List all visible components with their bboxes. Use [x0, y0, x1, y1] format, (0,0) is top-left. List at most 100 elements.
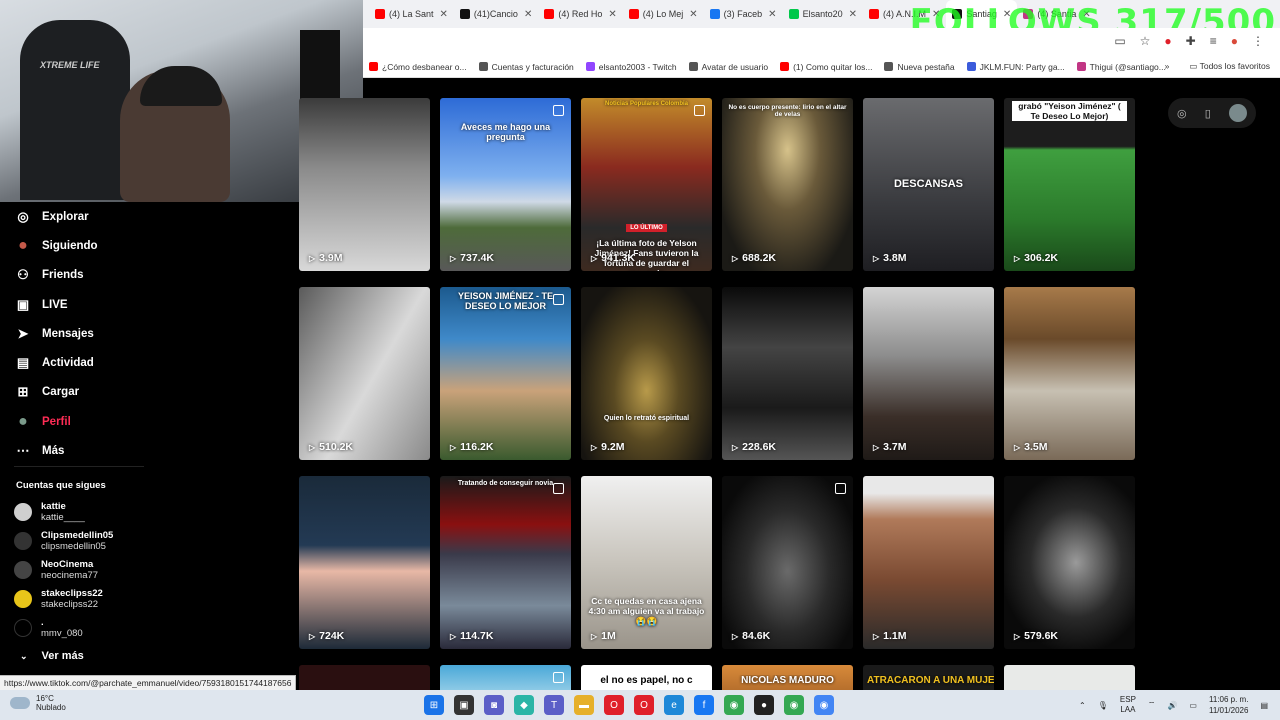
- microphone-icon[interactable]: 🎙: [1098, 701, 1108, 710]
- play-icon: ▷: [1014, 631, 1021, 641]
- chat-icon[interactable]: ◙: [484, 695, 504, 715]
- video-thumbnail[interactable]: ▷ 1.1M: [863, 476, 994, 649]
- sidebar-item-more[interactable]: ⋯ Más: [14, 436, 98, 465]
- video-thumbnail[interactable]: No es cuerpo presente: lirio en el altar…: [722, 98, 853, 271]
- following-account[interactable]: NeoCinema neocinema77: [14, 556, 98, 584]
- all-favorites-link[interactable]: ▭ Todos los favoritos: [1189, 61, 1270, 72]
- multi-image-icon: [694, 105, 705, 116]
- wifi-icon[interactable]: ⌔: [1148, 700, 1156, 710]
- edge-icon[interactable]: e: [664, 695, 684, 715]
- tab-close-icon[interactable]: ✕: [608, 9, 616, 20]
- video-thumbnail[interactable]: ▷ 579.6K: [1004, 476, 1135, 649]
- sidebar-item-profile[interactable]: ● Perfil: [14, 407, 98, 436]
- following-account[interactable]: . mmv_080: [14, 614, 83, 642]
- sidebar-item-compass[interactable]: ◎ Explorar: [14, 202, 98, 231]
- following-account[interactable]: Clipsmedellin05 clipsmedellin05: [14, 527, 113, 555]
- tab-close-icon[interactable]: ✕: [524, 9, 532, 20]
- language-indicator[interactable]: ESP LAA: [1120, 695, 1136, 715]
- menu-icon[interactable]: ⋮: [1252, 34, 1264, 48]
- chrome-profile-icon[interactable]: ◉: [784, 695, 804, 715]
- copilot-icon[interactable]: ◆: [514, 695, 534, 715]
- bookmark-item[interactable]: Nueva pestaña: [878, 62, 960, 72]
- bookmark-label: elsanto2003 - Twitch: [598, 61, 677, 72]
- facebook-icon[interactable]: f: [694, 695, 714, 715]
- sidebar-item-friends[interactable]: ⚇ Friends: [14, 261, 98, 290]
- bookmark-item[interactable]: Thigui (@santiago...: [1071, 62, 1172, 72]
- sidebar-item-messages[interactable]: ➤ Mensajes: [14, 319, 98, 348]
- video-thumbnail[interactable]: grabó "Yeison Jiménez" ( Te Deseo Lo Mej…: [1004, 98, 1135, 271]
- browser-tab[interactable]: (4) La Sant ✕: [369, 0, 454, 28]
- extensions-icon[interactable]: ✚: [1186, 34, 1196, 48]
- video-thumbnail[interactable]: Aveces me hago una pregunta ▷ 737.4K: [440, 98, 571, 271]
- video-thumbnail[interactable]: ▷ 228.6K: [722, 287, 853, 460]
- tab-close-icon[interactable]: ✕: [849, 9, 857, 20]
- file-explorer-icon[interactable]: ▬: [574, 695, 594, 715]
- browser-tab[interactable]: (41)Cancio ✕: [454, 0, 538, 28]
- video-thumbnail[interactable]: Noticias Populares Colombia LO ÚLTIMO ¡La …: [581, 98, 712, 271]
- video-thumbnail[interactable]: Cc te quedas en casa ajena 4:30 am algui…: [581, 476, 712, 649]
- user-avatar[interactable]: [1228, 104, 1247, 122]
- bookmark-item[interactable]: Cuentas y facturación: [473, 62, 580, 72]
- task-view-icon[interactable]: ▣: [454, 695, 474, 715]
- sidebar-item-label: Cargar: [42, 386, 80, 399]
- friends-icon: ⚇: [17, 267, 29, 283]
- compass-icon[interactable]: ◎: [1177, 107, 1187, 120]
- notifications-icon[interactable]: ▤: [1260, 701, 1268, 710]
- phone-icon[interactable]: ▯: [1205, 107, 1211, 120]
- bookmark-item[interactable]: JKLM.FUN: Party ga...: [961, 62, 1071, 72]
- video-thumbnail[interactable]: Quien lo retrató espiritual ▷ 9.2M: [581, 287, 712, 460]
- tab-close-icon[interactable]: ✕: [689, 9, 697, 20]
- bookmark-item[interactable]: (1) Como quitar los...: [774, 62, 878, 72]
- weather-widget[interactable]: 16°C Nublado: [10, 694, 66, 712]
- bookmark-item[interactable]: elsanto2003 - Twitch: [580, 62, 683, 72]
- video-caption-overlay: Quien lo retrató espiritual: [603, 415, 690, 422]
- opera-icon[interactable]: O: [604, 695, 624, 715]
- browser-tab[interactable]: Elsanto20 ✕: [783, 0, 863, 28]
- bookmark-label: JKLM.FUN: Party ga...: [979, 61, 1065, 72]
- opera-gx-icon[interactable]: O: [634, 695, 654, 715]
- video-thumbnail[interactable]: DESCANSAS ▷ 3.8M: [863, 98, 994, 271]
- opera-extension-icon[interactable]: ●: [1164, 34, 1171, 48]
- video-thumbnail[interactable]: ▷ 3.7M: [863, 287, 994, 460]
- following-account[interactable]: stakeclipss22 stakeclipss22: [14, 585, 103, 613]
- sidebar-item-activity[interactable]: ▤ Actividad: [14, 348, 98, 377]
- browser-tab[interactable]: (3) Faceb ✕: [704, 0, 783, 28]
- video-thumbnail[interactable]: YEISON JIMÉNEZ - TE DESEO LO MEJOR ▷ 116.2…: [440, 287, 571, 460]
- volume-icon[interactable]: 🔊: [1167, 701, 1177, 710]
- reading-list-icon[interactable]: ≡: [1210, 34, 1217, 48]
- teams-icon[interactable]: T: [544, 695, 564, 715]
- view-count-value: 116.2K: [460, 441, 494, 453]
- video-thumbnail[interactable]: ▷ 3.5M: [1004, 287, 1135, 460]
- view-count-value: 9.2M: [601, 441, 625, 453]
- see-more-button[interactable]: ⌄ Ver más: [20, 650, 84, 662]
- sidebar-item-avatar[interactable]: ● Siguiendo: [14, 231, 97, 260]
- chrome-dev-icon[interactable]: ◉: [814, 695, 834, 715]
- account-avatar: [14, 503, 32, 521]
- video-thumbnail[interactable]: ▷ 510.2K: [299, 287, 430, 460]
- tab-close-icon[interactable]: ✕: [440, 9, 448, 20]
- tab-close-icon[interactable]: ✕: [768, 9, 776, 20]
- clock[interactable]: 11:06 p. m. 11/01/2026: [1209, 694, 1248, 716]
- video-thumbnail[interactable]: ▷ 724K: [299, 476, 430, 649]
- following-account[interactable]: kattie kattie____: [14, 498, 85, 526]
- browser-tab[interactable]: (4) Lo Mej ✕: [623, 0, 704, 28]
- video-thumbnail[interactable]: Tratando de conseguir novia ▷ 114.7K: [440, 476, 571, 649]
- bookmark-item[interactable]: Avatar de usuario: [683, 62, 774, 72]
- battery-icon[interactable]: ▭: [1189, 701, 1197, 710]
- profile-avatar-icon[interactable]: ●: [1231, 34, 1238, 48]
- star-icon[interactable]: ☆: [1140, 34, 1151, 48]
- windows-start-icon[interactable]: ⊞: [424, 695, 444, 715]
- account-avatar: [14, 561, 32, 579]
- chevron-up-icon[interactable]: ⌃: [1079, 701, 1086, 710]
- cast-icon[interactable]: ▭: [1114, 34, 1125, 48]
- bookmark-item[interactable]: ¿Cómo desbanear o...: [363, 62, 473, 72]
- video-caption-overlay: grabó "Yeison Jiménez" ( Te Deseo Lo Mej…: [1012, 101, 1127, 121]
- sidebar-item-live[interactable]: ▣ LIVE: [14, 290, 98, 319]
- browser-tab[interactable]: (4) Red Ho ✕: [538, 0, 622, 28]
- chrome-icon[interactable]: ◉: [724, 695, 744, 715]
- sidebar-item-upload[interactable]: ⊞ Cargar: [14, 378, 98, 407]
- obs-icon[interactable]: ●: [754, 695, 774, 715]
- video-thumbnail[interactable]: ▷ 3.9M: [299, 98, 430, 271]
- video-thumbnail[interactable]: ▷ 84.6K: [722, 476, 853, 649]
- bookmarks-overflow-icon[interactable]: »: [1165, 61, 1170, 72]
